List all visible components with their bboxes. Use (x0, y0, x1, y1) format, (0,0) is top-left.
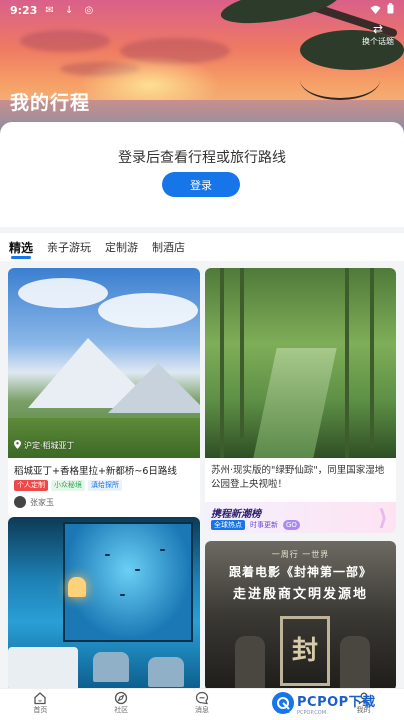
meadow (8, 418, 200, 458)
watermark-text-block: PCPOP下载 PCPOP.COM (297, 691, 376, 716)
watermark-logo-icon (272, 692, 294, 714)
tag: 个人定制 (14, 480, 48, 491)
author-name: 张家玉 (30, 497, 54, 507)
lamp (68, 577, 86, 597)
card-image-bamboo-forest (205, 268, 396, 458)
tab-hotel[interactable]: 制酒店 (152, 233, 185, 261)
home-icon (33, 691, 47, 705)
card-image-mountain: 沪定·稻城亚丁 (8, 268, 200, 458)
header-hero-image: 9:23 ✉ ↓ ◎ ⇄ 换个话题 我的行程 (0, 0, 404, 140)
feed-card-daocheng[interactable]: 沪定·稻城亚丁 稻城亚丁+香格里拉+新都桥~6日路线 个人定制 小众秘境 滇给探… (8, 268, 200, 518)
content-feed: 沪定·稻城亚丁 稻城亚丁+香格里拉+新都桥~6日路线 个人定制 小众秘境 滇给探… (0, 263, 404, 688)
card-title: 苏州·现实版的"绿野仙踪"，同里国家湿地公园登上央视啦！ (211, 465, 385, 490)
card-image-underwater-room (8, 517, 200, 688)
nav-community[interactable]: 社区 (81, 689, 162, 720)
poster-line2: 跟着电影《封神第一部》 (228, 565, 372, 579)
promo-chip: GO (283, 520, 300, 530)
watermark-text: PCPOP下载 (297, 694, 376, 710)
login-prompt: 登录后查看行程或旅行路线 (118, 150, 286, 166)
category-tabs: 精选 亲子游玩 定制游 制酒店 (0, 233, 404, 261)
tab-family[interactable]: 亲子游玩 (47, 233, 91, 261)
bamboo (240, 268, 244, 438)
avatar (14, 496, 26, 508)
location-badge: 沪定·稻城亚丁 (14, 440, 75, 451)
message-icon (195, 691, 209, 705)
tag: 滇给探所 (88, 480, 122, 491)
poster-seal: 封 (280, 616, 330, 686)
fish (105, 554, 110, 556)
promo-banner[interactable]: 携程新潮榜 全球热点 时事更新 GO ⟩ (205, 502, 396, 533)
promo-chip: 全球热点 (211, 520, 245, 530)
poster-line1: 一周行 一世界 (271, 550, 330, 559)
status-left-icons: ✉ ↓ ◎ (45, 5, 97, 16)
download-icon: ↓ (64, 4, 78, 16)
card-image-poster: 一周行 一世界 跟着电影《封神第一部》 走进殷商文明发源地 封 (205, 541, 396, 688)
location-pin-icon (14, 440, 21, 451)
status-bar: 9:23 ✉ ↓ ◎ (0, 0, 404, 20)
location-text: 沪定·稻城亚丁 (24, 441, 75, 450)
card-title: 稻城亚丁+香格里拉+新都桥~6日路线 (14, 466, 177, 477)
battery-icon (387, 3, 394, 17)
mail-icon: ✉ (45, 4, 58, 16)
nav-community-label: 社区 (114, 706, 129, 714)
fish (120, 594, 125, 596)
hammock (300, 60, 380, 100)
notification-icon: ◎ (84, 4, 98, 16)
armchair (93, 652, 129, 682)
figure (340, 636, 370, 688)
switch-cover-label: 换个话题 (362, 37, 394, 46)
watermark: PCPOP下载 PCPOP.COM (272, 686, 400, 720)
feed-card-film-poster[interactable]: 一周行 一世界 跟着电影《封神第一部》 走进殷商文明发源地 封 (205, 541, 396, 688)
nav-home[interactable]: 首页 (0, 689, 81, 720)
status-time: 9:23 (10, 3, 38, 17)
nav-home-label: 首页 (33, 706, 48, 714)
switch-icon: ⇄ (372, 22, 384, 36)
card-author: 张家玉 (14, 496, 54, 508)
status-right-icons (370, 3, 394, 17)
cloud (20, 30, 110, 52)
feed-card-aquarium-hotel[interactable] (8, 517, 200, 688)
figure (235, 636, 265, 688)
promo-title: 携程新潮榜 (211, 509, 261, 520)
page-title: 我的行程 (10, 92, 91, 114)
fish (135, 569, 140, 571)
poster-line3: 走进殷商文明发源地 (232, 587, 368, 602)
promo-arrow-icon: ⟩ (377, 506, 388, 531)
tab-featured[interactable]: 精选 (9, 233, 33, 261)
switch-cover-button[interactable]: ⇄ 换个话题 (360, 22, 396, 47)
nav-messages[interactable]: 消息 (162, 689, 243, 720)
login-button[interactable]: 登录 (162, 172, 240, 197)
fish (160, 549, 165, 551)
bed (8, 647, 78, 688)
promo-chips: 全球热点 时事更新 GO (211, 520, 300, 530)
tag: 小众秘境 (51, 480, 85, 491)
login-card: 登录后查看行程或旅行路线 登录 (0, 122, 404, 227)
screen: 9:23 ✉ ↓ ◎ ⇄ 换个话题 我的行程 登录后查看行程或旅行路线 登录 精… (0, 0, 404, 720)
wifi-icon (370, 4, 381, 17)
feed-card-tongli[interactable]: 苏州·现实版的"绿野仙踪"，同里国家湿地公园登上央视啦！ 携程新潮榜 全球热点 … (205, 268, 396, 533)
promo-chip: 时事更新 (250, 521, 278, 529)
stream (253, 348, 337, 458)
mountain (108, 363, 200, 413)
nav-messages-label: 消息 (194, 706, 209, 714)
cloud (98, 293, 198, 328)
bamboo (220, 268, 224, 458)
cloud (18, 278, 108, 308)
armchair (148, 657, 184, 687)
watermark-subtext: PCPOP.COM (297, 709, 327, 716)
compass-icon (114, 691, 128, 705)
bamboo (370, 268, 374, 448)
card-tags: 个人定制 小众秘境 滇给探所 (14, 480, 122, 491)
tab-custom-tour[interactable]: 定制游 (105, 233, 138, 261)
bamboo (345, 268, 349, 458)
